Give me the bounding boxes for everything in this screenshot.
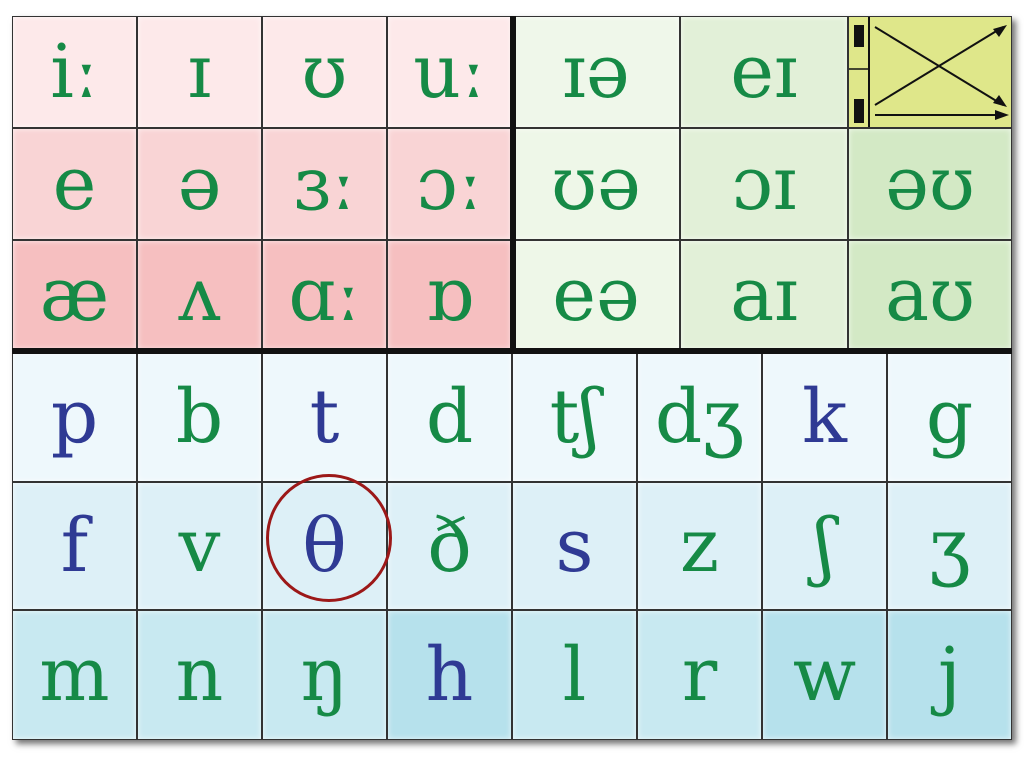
monophthong-cell[interactable]: ɔː bbox=[387, 128, 512, 240]
consonant-cell[interactable]: ʒ bbox=[887, 482, 1012, 610]
consonant-cell[interactable]: w bbox=[762, 610, 887, 740]
consonant-cell[interactable]: f bbox=[12, 482, 137, 610]
consonant-cell[interactable]: h bbox=[387, 610, 512, 740]
diphthong-cell[interactable]: aɪ bbox=[680, 240, 848, 350]
diphthong-cell[interactable]: aʊ bbox=[848, 240, 1012, 350]
consonant-cell[interactable]: l bbox=[512, 610, 637, 740]
consonant-cell[interactable]: g bbox=[887, 352, 1012, 482]
diphthong-cell[interactable]: eə bbox=[512, 240, 680, 350]
monophthong-cell[interactable]: iː bbox=[12, 16, 137, 128]
vowel-divider bbox=[510, 16, 516, 354]
consonant-cell[interactable]: t bbox=[262, 352, 387, 482]
consonant-cell[interactable]: p bbox=[12, 352, 137, 482]
consonant-cell[interactable]: m bbox=[12, 610, 137, 740]
monophthong-cell[interactable]: e bbox=[12, 128, 137, 240]
monophthong-cell[interactable]: ɑː bbox=[262, 240, 387, 350]
diphthong-cell[interactable]: ɔɪ bbox=[680, 128, 848, 240]
monophthong-cell[interactable]: ɒ bbox=[387, 240, 512, 350]
consonant-cell[interactable]: r bbox=[637, 610, 762, 740]
monophthong-cell[interactable]: ʊ bbox=[262, 16, 387, 128]
monophthong-cell[interactable]: ɪ bbox=[137, 16, 262, 128]
monophthong-cell[interactable]: uː bbox=[387, 16, 512, 128]
consonant-cell[interactable]: d bbox=[387, 352, 512, 482]
monophthong-cell[interactable]: æ bbox=[12, 240, 137, 350]
monophthong-cell[interactable]: ə bbox=[137, 128, 262, 240]
consonant-cell[interactable]: ŋ bbox=[262, 610, 387, 740]
highlight-circle bbox=[266, 474, 392, 602]
diphthong-cell[interactable]: ɪə bbox=[512, 16, 680, 128]
diphthong-cell[interactable]: ʊə bbox=[512, 128, 680, 240]
diphthong-cell[interactable]: əʊ bbox=[848, 128, 1012, 240]
diphthong-cell[interactable]: eɪ bbox=[680, 16, 848, 128]
monophthong-cell[interactable]: ɜː bbox=[262, 128, 387, 240]
consonant-cell[interactable]: z bbox=[637, 482, 762, 610]
consonant-cell[interactable]: v bbox=[137, 482, 262, 610]
consonant-cell[interactable]: dʒ bbox=[637, 352, 762, 482]
consonant-cell[interactable]: s bbox=[512, 482, 637, 610]
monophthong-cell[interactable]: ʌ bbox=[137, 240, 262, 350]
consonant-cell[interactable]: n bbox=[137, 610, 262, 740]
consonant-cell[interactable]: k bbox=[762, 352, 887, 482]
consonant-cell[interactable]: tʃ bbox=[512, 352, 637, 482]
consonant-cell[interactable]: ð bbox=[387, 482, 512, 610]
consonant-cell[interactable]: ʃ bbox=[762, 482, 887, 610]
consonant-cell[interactable]: b bbox=[137, 352, 262, 482]
vowel-consonant-divider bbox=[12, 348, 1012, 354]
intonation-arrows-icon[interactable] bbox=[848, 16, 1012, 128]
phonemic-chart: iː ɪ ʊ uː e ə ɜː ɔː æ ʌ ɑː ɒ ɪə eɪ ʊə ɔɪ əʊ eə aɪ aʊ p b t d tʃ d… bbox=[12, 16, 1012, 740]
consonant-cell[interactable]: j bbox=[887, 610, 1012, 740]
